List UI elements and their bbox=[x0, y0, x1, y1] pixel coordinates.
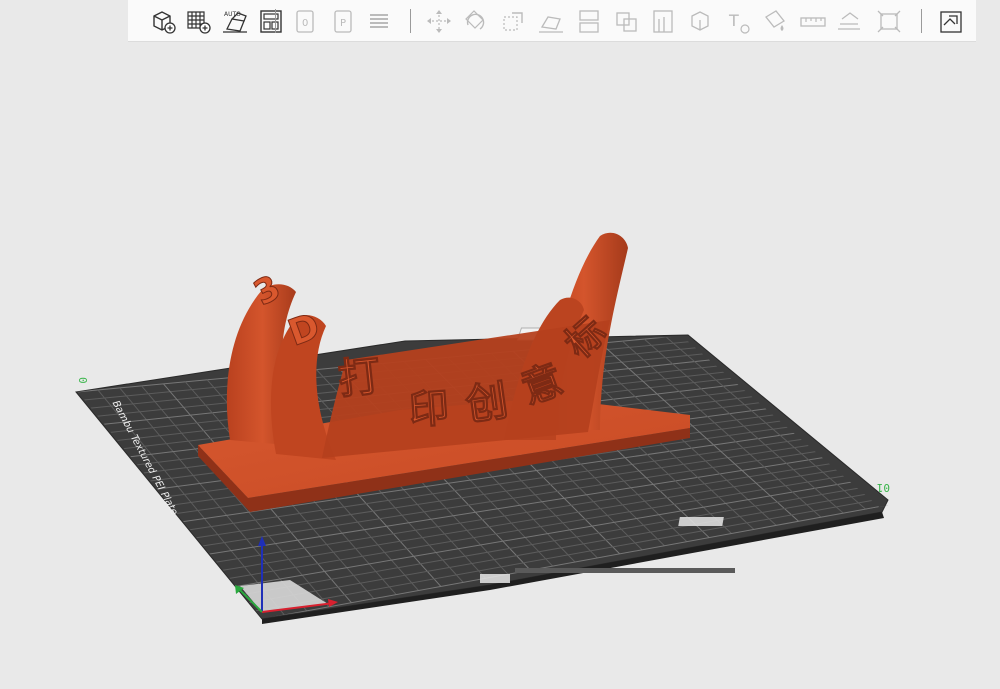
split-parts-icon[interactable] bbox=[936, 7, 966, 35]
scale-icon[interactable] bbox=[498, 7, 528, 35]
svg-text:T: T bbox=[728, 11, 739, 30]
toolbar-separator bbox=[275, 9, 276, 33]
model-letter: 创 bbox=[463, 376, 511, 430]
cut-icon[interactable] bbox=[574, 7, 604, 35]
auto-orient-icon[interactable]: AUTO bbox=[220, 7, 250, 35]
move-icon[interactable] bbox=[424, 7, 454, 35]
add-plate-icon[interactable] bbox=[184, 7, 214, 35]
plate-number-label: 01 bbox=[877, 481, 890, 494]
arrange-icon[interactable] bbox=[256, 7, 286, 35]
rotate-icon[interactable] bbox=[460, 7, 490, 35]
model-letter: 打 bbox=[336, 351, 383, 404]
assembly-icon[interactable] bbox=[874, 7, 904, 35]
text-tool-icon[interactable]: T bbox=[722, 7, 752, 35]
variable-layer-icon[interactable] bbox=[834, 7, 864, 35]
seam-paint-icon[interactable] bbox=[686, 7, 716, 35]
boolean-icon[interactable] bbox=[612, 7, 642, 35]
y-axis-tick-label: 0 bbox=[76, 377, 89, 384]
3d-viewport[interactable]: Bambu Textured PEI Plate 01 0 3 D 打 印 创 … bbox=[0, 0, 1000, 689]
layers-icon[interactable] bbox=[364, 7, 394, 35]
svg-text:AUTO: AUTO bbox=[224, 11, 241, 18]
top-toolbar: AUTO 0 P T bbox=[128, 0, 976, 42]
color-paint-icon[interactable] bbox=[760, 7, 790, 35]
model-letter: 印 bbox=[407, 385, 450, 434]
measure-icon[interactable] bbox=[798, 7, 828, 35]
toolbar-separator bbox=[410, 9, 411, 33]
svg-text:P: P bbox=[340, 18, 346, 29]
plate-p-icon[interactable]: P bbox=[328, 7, 358, 35]
svg-text:0: 0 bbox=[302, 18, 308, 29]
toolbar-separator bbox=[921, 9, 922, 33]
plate-settings-icon[interactable]: 0 bbox=[290, 7, 320, 35]
scene-canvas[interactable]: Bambu Textured PEI Plate 01 0 3D打印 创 意标 bbox=[0, 0, 1000, 689]
support-paint-icon[interactable] bbox=[648, 7, 678, 35]
build-scene[interactable]: Bambu Textured PEI Plate 01 0 3 D 打 印 创 … bbox=[0, 0, 1000, 689]
lay-on-face-icon[interactable] bbox=[536, 7, 566, 35]
add-object-icon[interactable] bbox=[148, 7, 178, 35]
